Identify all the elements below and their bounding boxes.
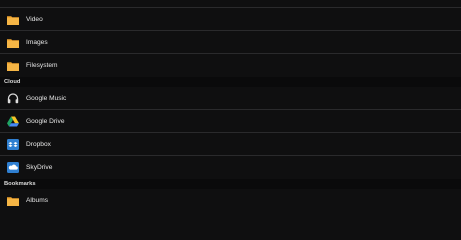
headphones-icon — [6, 93, 19, 105]
list-item-google-drive[interactable]: Google Drive — [0, 110, 461, 133]
list-item-images[interactable]: Images — [0, 31, 461, 54]
list-item-google-music[interactable]: Google Music — [0, 87, 461, 110]
list-item-label: Video — [26, 16, 43, 23]
list-item-skydrive[interactable]: SkyDrive — [0, 156, 461, 179]
section-header-bookmarks: Bookmarks — [0, 179, 461, 189]
skydrive-icon — [6, 162, 19, 174]
folder-icon — [6, 195, 19, 207]
folder-icon — [6, 60, 19, 72]
list-item-albums[interactable]: Albums — [0, 189, 461, 212]
list-item-label: SkyDrive — [26, 164, 53, 171]
google-drive-icon — [6, 116, 19, 128]
folder-icon — [6, 37, 19, 49]
list-item-label: Google Music — [26, 95, 67, 102]
top-divider — [0, 0, 461, 8]
list-item-label: Dropbox — [26, 141, 51, 148]
list-item-label: Google Drive — [26, 118, 65, 125]
folder-icon — [6, 14, 19, 26]
list-item-label: Albums — [26, 197, 48, 204]
dropbox-icon — [6, 139, 19, 151]
list-item-dropbox[interactable]: Dropbox — [0, 133, 461, 156]
list-item-label: Filesystem — [26, 62, 58, 69]
section-header-cloud: Cloud — [0, 77, 461, 87]
list-item-video[interactable]: Video — [0, 8, 461, 31]
list-item-label: Images — [26, 39, 48, 46]
list-item-filesystem[interactable]: Filesystem — [0, 54, 461, 77]
